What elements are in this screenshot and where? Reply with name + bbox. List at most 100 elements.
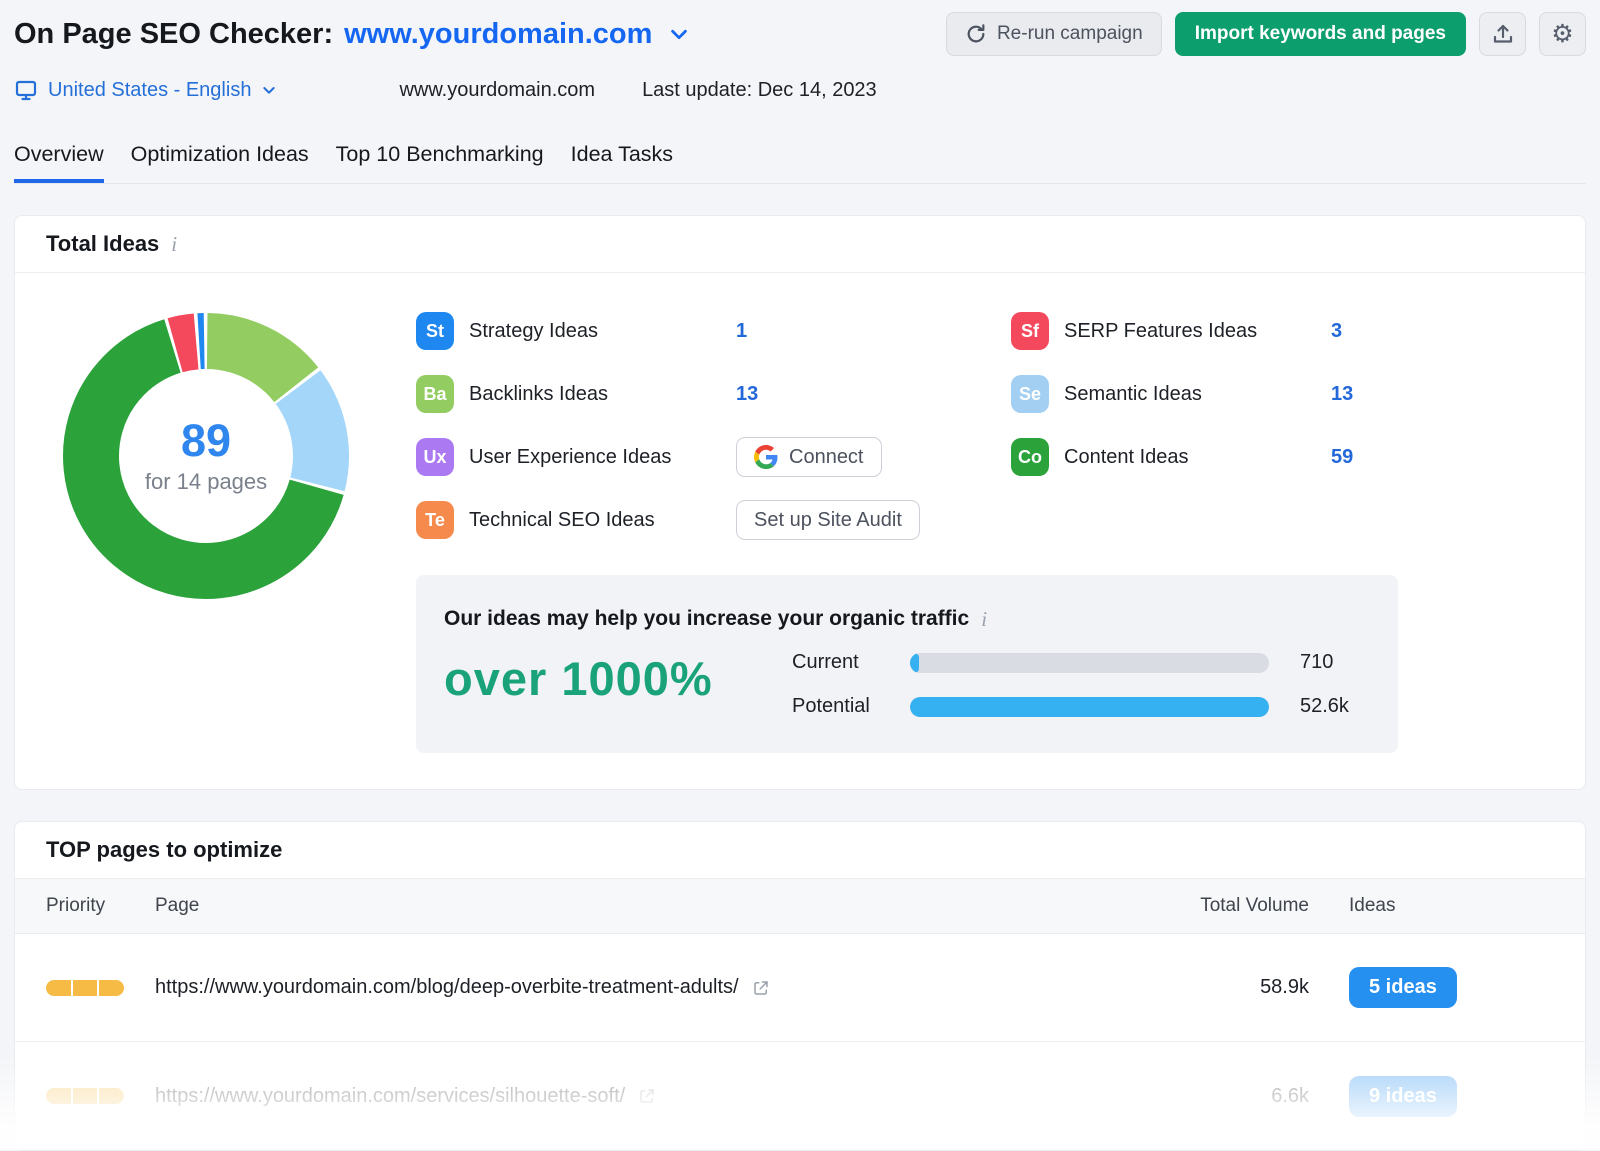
info-icon[interactable]: i bbox=[171, 234, 177, 255]
top-pages-title: TOP pages to optimize bbox=[46, 837, 282, 863]
traffic-box-content: over 1000% Current 710 Potential bbox=[444, 647, 1370, 718]
priority-bar bbox=[73, 980, 98, 996]
ideas-cell: 9 ideas bbox=[1309, 1076, 1585, 1117]
traffic-increase-highlight: over 1000% bbox=[444, 653, 792, 705]
idea-category-row-technical-seo-ideas: TeTechnical SEO IdeasSet up Site Audit bbox=[416, 500, 1011, 540]
current-label: Current bbox=[792, 651, 910, 674]
settings-button[interactable]: ⚙ bbox=[1539, 12, 1586, 56]
gear-icon: ⚙ bbox=[1551, 19, 1573, 49]
content-ideas-badge-icon: Co bbox=[1011, 438, 1049, 476]
page-title: On Page SEO Checker: www.yourdomain.com bbox=[14, 18, 652, 51]
total-volume-value: 6.6k bbox=[1189, 1085, 1309, 1108]
priority-indicator bbox=[46, 1088, 124, 1104]
priority-bar bbox=[46, 980, 71, 996]
import-keywords-button[interactable]: Import keywords and pages bbox=[1175, 12, 1466, 56]
priority-indicator bbox=[46, 980, 124, 996]
export-button[interactable] bbox=[1479, 12, 1526, 56]
total-ideas-body: 89 for 14 pages StStrategy Ideas1BaBackl… bbox=[15, 273, 1585, 789]
locale-label: United States - English bbox=[48, 79, 251, 102]
top-page-row: https://www.yourdomain.com/blog/deep-ove… bbox=[15, 934, 1585, 1042]
locale-chevron-down-icon bbox=[261, 82, 277, 98]
idea-category-row-content-ideas: Co Content Ideas59 bbox=[1011, 437, 1571, 477]
current-traffic-row: Current 710 bbox=[792, 651, 1370, 674]
ideas-count-button[interactable]: 9 ideas bbox=[1349, 1076, 1457, 1117]
category-count-link[interactable]: 13 bbox=[736, 383, 758, 406]
current-value: 710 bbox=[1300, 651, 1370, 674]
top-pages-header: TOP pages to optimize bbox=[15, 822, 1585, 879]
category-label: Content Ideas bbox=[1064, 446, 1331, 469]
info-icon[interactable]: i bbox=[981, 609, 987, 630]
tab-idea-tasks[interactable]: Idea Tasks bbox=[571, 132, 673, 183]
organic-traffic-box: Our ideas may help you increase your org… bbox=[416, 575, 1398, 753]
potential-bar-track bbox=[910, 697, 1269, 717]
ideas-summary-area: StStrategy Ideas1BaBacklinks Ideas13UxUs… bbox=[416, 311, 1555, 753]
category-count-link[interactable]: 13 bbox=[1331, 383, 1353, 406]
idea-categories: StStrategy Ideas1BaBacklinks Ideas13UxUs… bbox=[416, 311, 1555, 563]
total-ideas-header: Total Ideas i bbox=[15, 216, 1585, 273]
category-label: User Experience Ideas bbox=[469, 446, 736, 469]
button-label: Set up Site Audit bbox=[754, 509, 902, 532]
page-url-link[interactable]: https://www.yourdomain.com/services/silh… bbox=[155, 1085, 625, 1108]
priority-cell bbox=[15, 980, 155, 996]
backlinks-ideas-badge-icon: Ba bbox=[416, 375, 454, 413]
potential-label: Potential bbox=[792, 695, 910, 718]
idea-category-row-serp-features-ideas: Sf SERP Features Ideas3 bbox=[1011, 311, 1571, 351]
strategy-ideas-badge-icon: St bbox=[416, 312, 454, 350]
locale-selector[interactable]: United States - English bbox=[14, 78, 277, 102]
ideas-cell: 5 ideas bbox=[1309, 967, 1585, 1008]
upload-icon bbox=[1491, 22, 1515, 46]
tab-overview[interactable]: Overview bbox=[14, 132, 104, 183]
idea-category-row-user-experience-ideas: Ux User Experience IdeasConnect bbox=[416, 437, 1011, 477]
refresh-icon bbox=[965, 23, 987, 45]
tab-top-10-benchmarking[interactable]: Top 10 Benchmarking bbox=[336, 132, 544, 183]
current-bar-fill bbox=[910, 653, 919, 673]
on-page-seo-checker-page: On Page SEO Checker: www.yourdomain.com … bbox=[0, 0, 1600, 1151]
category-count-link[interactable]: 3 bbox=[1331, 320, 1342, 343]
priority-bar bbox=[73, 1088, 98, 1104]
category-count-link[interactable]: 59 bbox=[1331, 446, 1353, 469]
idea-category-row-strategy-ideas: St Strategy Ideas1 bbox=[416, 311, 1011, 351]
page-cell: https://www.yourdomain.com/blog/deep-ove… bbox=[155, 976, 1189, 999]
user-experience-ideas-badge-icon: Ux bbox=[416, 438, 454, 476]
priority-cell bbox=[15, 1088, 155, 1104]
page-title-text: On Page SEO Checker: bbox=[14, 18, 333, 51]
campaign-meta-row: United States - English www.yourdomain.c… bbox=[14, 78, 1586, 102]
category-label: SERP Features Ideas bbox=[1064, 320, 1331, 343]
ideas-count-button[interactable]: 5 ideas bbox=[1349, 967, 1457, 1008]
category-label: Technical SEO Ideas bbox=[469, 509, 736, 532]
idea-categories-left: StStrategy Ideas1BaBacklinks Ideas13UxUs… bbox=[416, 311, 1011, 563]
rerun-campaign-label: Re-run campaign bbox=[997, 23, 1143, 45]
campaign-domain-link[interactable]: www.yourdomain.com bbox=[344, 18, 652, 51]
rerun-campaign-button[interactable]: Re-run campaign bbox=[946, 12, 1162, 56]
category-count-link[interactable]: 1 bbox=[736, 320, 747, 343]
serp-features-ideas-badge-icon: Sf bbox=[1011, 312, 1049, 350]
campaign-chevron-down-icon[interactable] bbox=[668, 23, 690, 45]
priority-bar bbox=[46, 1088, 71, 1104]
category-label: Strategy Ideas bbox=[469, 320, 736, 343]
total-ideas-card: Total Ideas i 89 for 14 pages St Strategy… bbox=[14, 215, 1586, 790]
top-pages-table-body: https://www.yourdomain.com/blog/deep-ove… bbox=[15, 934, 1585, 1150]
top-pages-table-header: Priority Page Total Volume Ideas bbox=[15, 879, 1585, 934]
external-link-icon[interactable] bbox=[752, 979, 770, 997]
semantic-ideas-badge-icon: Se bbox=[1011, 375, 1049, 413]
report-tabs: Overview Optimization Ideas Top 10 Benchma… bbox=[14, 132, 1586, 184]
potential-traffic-row: Potential 52.6k bbox=[792, 695, 1370, 718]
total-volume-value: 58.9k bbox=[1189, 976, 1309, 999]
column-priority: Priority bbox=[15, 895, 155, 917]
set-up-site-audit-button[interactable]: Set up Site Audit bbox=[736, 500, 920, 540]
ideas-donut-chart: 89 for 14 pages bbox=[61, 311, 351, 601]
potential-bar-fill bbox=[910, 697, 1269, 717]
priority-bar bbox=[99, 980, 124, 996]
potential-value: 52.6k bbox=[1300, 695, 1370, 718]
category-label: Semantic Ideas bbox=[1064, 383, 1331, 406]
external-link-icon[interactable] bbox=[638, 1087, 656, 1105]
donut-svg bbox=[61, 311, 351, 601]
header: On Page SEO Checker: www.yourdomain.com … bbox=[14, 0, 1586, 56]
page-url-link[interactable]: https://www.yourdomain.com/blog/deep-ove… bbox=[155, 976, 739, 999]
idea-categories-right: Sf SERP Features Ideas3 Se Semantic Ideas13… bbox=[1011, 311, 1571, 563]
top-page-row: https://www.yourdomain.com/services/silh… bbox=[15, 1042, 1585, 1150]
top-pages-card: TOP pages to optimize Priority Page Tota… bbox=[14, 821, 1586, 1151]
google-connect-button[interactable]: Connect bbox=[736, 437, 882, 477]
tab-optimization-ideas[interactable]: Optimization Ideas bbox=[131, 132, 309, 183]
current-bar-track bbox=[910, 653, 1269, 673]
